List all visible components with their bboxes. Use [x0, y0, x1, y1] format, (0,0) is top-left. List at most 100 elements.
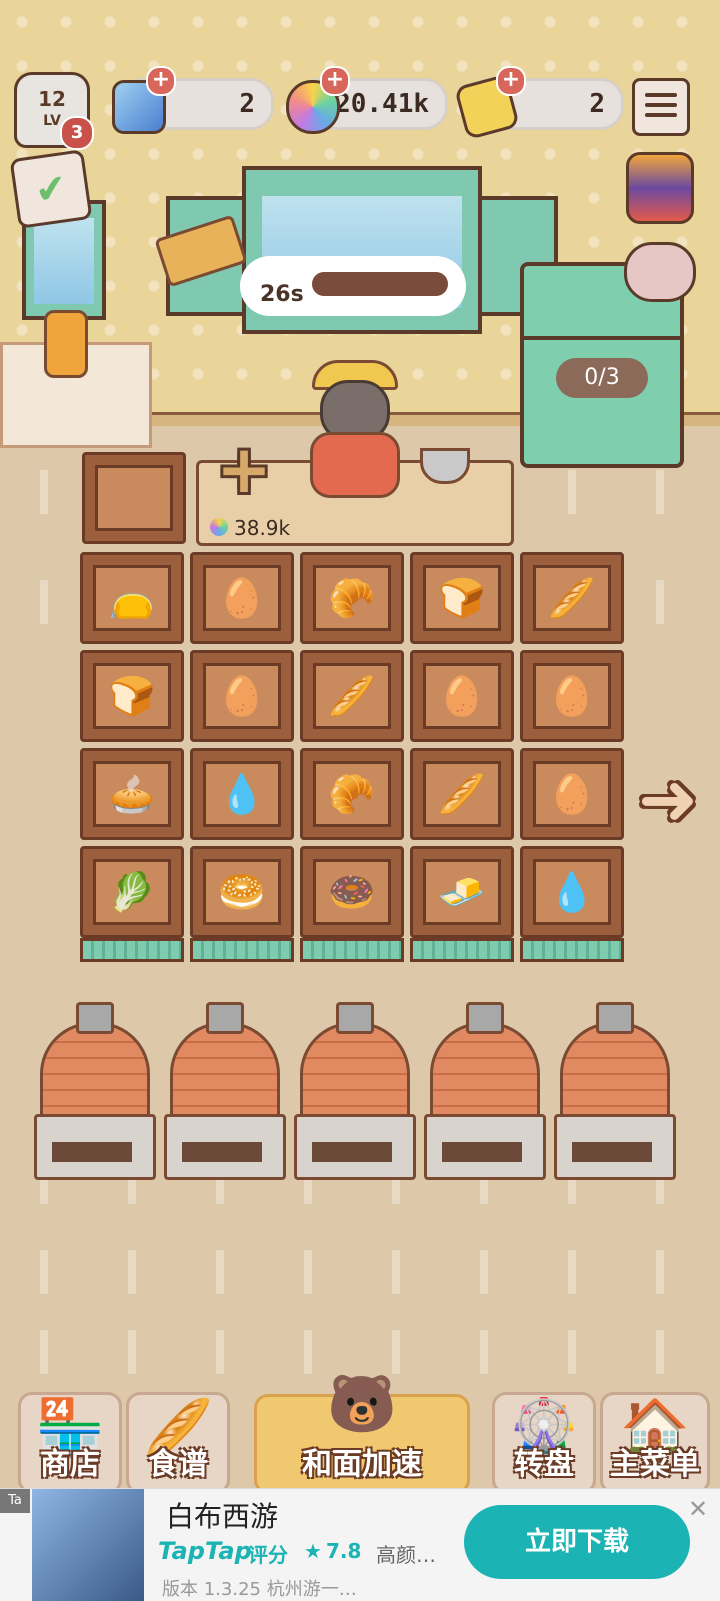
- bag-icon[interactable]: 💧: [218, 774, 265, 814]
- star-icon: ★: [304, 1539, 322, 1563]
- grid-cell[interactable]: 🥚: [190, 650, 294, 742]
- baguette-icon[interactable]: 🥖: [548, 578, 595, 618]
- grid-cell[interactable]: 💧: [190, 748, 294, 840]
- ad-brand: TapTap: [158, 1537, 252, 1565]
- grid-cell[interactable]: 🥚: [520, 650, 624, 742]
- bagel-icon[interactable]: 🥯: [218, 872, 265, 912]
- add-slot-cost: 38.9k: [234, 516, 291, 540]
- nav-shop-label: 商店: [40, 1447, 100, 1482]
- baguette-icon[interactable]: 🥖: [438, 774, 485, 814]
- ad-tagline: 高颜…: [376, 1543, 436, 1567]
- croissant-icon[interactable]: 🥐: [328, 578, 375, 618]
- nav-recipes[interactable]: 🥖 食谱: [126, 1392, 230, 1494]
- gift-can-icon[interactable]: [626, 152, 694, 224]
- nav-wheel[interactable]: 🎡 转盘: [492, 1392, 596, 1494]
- ad-close-icon[interactable]: ✕: [688, 1495, 708, 1523]
- add-orb-button[interactable]: +: [320, 66, 350, 96]
- brick-oven[interactable]: [420, 1002, 546, 1180]
- notebook-menu-button[interactable]: [632, 78, 690, 136]
- nav-wheel-label: 转盘: [514, 1447, 574, 1482]
- knead-timer-bubble: 26s: [240, 256, 466, 316]
- daily-checkin-icon[interactable]: ✔: [9, 149, 93, 229]
- brick-oven[interactable]: [290, 1002, 416, 1180]
- grid-cell[interactable]: 🧈: [410, 846, 514, 938]
- toast-icon[interactable]: 🍞: [438, 578, 485, 618]
- grid-cell[interactable]: 🥧: [80, 748, 184, 840]
- egg-icon[interactable]: 🥚: [548, 774, 595, 814]
- grid-cell[interactable]: 🥬: [80, 846, 184, 938]
- small-bun-icon[interactable]: 🧈: [438, 872, 485, 912]
- juice-jar: [44, 310, 88, 378]
- brick-oven[interactable]: [30, 1002, 156, 1180]
- level-badge: 3: [60, 116, 94, 150]
- ad-title: 白布西游: [166, 1500, 279, 1533]
- fridge-order-counter: 0/3: [556, 358, 648, 398]
- merge-grid: 👝 🥚 🥐 🍞 🥖 🍞 🥚 🥖 🥚 🥚 🥧 💧 🥐 🥖 🥚 🥬 🥯 🍩 🧈 💧: [80, 552, 640, 982]
- grid-shelf: [410, 938, 514, 962]
- ad-version: 版本 1.3.25 杭州游一…: [162, 1579, 357, 1600]
- floor-pattern: [0, 1330, 720, 1374]
- nav-main-menu-label: 主菜单: [610, 1447, 700, 1482]
- nav-main-menu[interactable]: 🏠 主菜单: [600, 1392, 710, 1494]
- grid-cell[interactable]: 🥚: [190, 552, 294, 644]
- ad-rating-label: 评分: [248, 1543, 288, 1567]
- grid-shelf: [520, 938, 624, 962]
- donut-icon[interactable]: 🍩: [328, 872, 375, 912]
- oven-row: [30, 1002, 690, 1182]
- nav-knead-boost[interactable]: 🐻 和面加速: [254, 1372, 470, 1494]
- grid-cell[interactable]: 🥖: [410, 748, 514, 840]
- grid-cell[interactable]: 🍞: [410, 552, 514, 644]
- grid-cell[interactable]: 🥖: [520, 552, 624, 644]
- bear-baker[interactable]: [304, 360, 400, 510]
- floor-pattern: [0, 1250, 720, 1294]
- bear-face-icon: 🐻: [327, 1372, 397, 1437]
- ad-rating: 7.8: [326, 1539, 362, 1563]
- grid-cell[interactable]: 🥐: [300, 552, 404, 644]
- grid-cell[interactable]: 🥚: [520, 748, 624, 840]
- pie-slice-icon[interactable]: 🥧: [108, 774, 155, 814]
- toast-icon[interactable]: 🍞: [108, 676, 155, 716]
- ad-banner[interactable]: Ta 白布西游 TapTap 评分 ★ 7.8 高颜… 版本 1.3.25 杭州…: [0, 1488, 720, 1601]
- rainbow-orb-icon: [210, 518, 228, 536]
- add-slot-button[interactable]: +: [212, 437, 276, 504]
- gem-value: 2: [239, 89, 255, 119]
- grid-cell[interactable]: 🥖: [300, 650, 404, 742]
- herb-bread-icon[interactable]: 🥬: [108, 872, 155, 912]
- add-ticket-button[interactable]: +: [496, 66, 526, 96]
- grid-cell[interactable]: 🥯: [190, 846, 294, 938]
- ad-game-art[interactable]: [32, 1489, 144, 1601]
- next-arrow-icon[interactable]: ➜: [628, 763, 708, 835]
- grid-cell[interactable]: 🍩: [300, 846, 404, 938]
- ticket-value: 2: [589, 89, 605, 119]
- grid-shelf: [190, 938, 294, 962]
- nav-knead-label: 和面加速: [302, 1447, 422, 1482]
- empty-crate[interactable]: [82, 452, 186, 544]
- grid-shelf: [80, 938, 184, 962]
- piggy-bank-icon[interactable]: [624, 242, 696, 302]
- level-number: 12: [38, 87, 66, 111]
- grid-cell[interactable]: 🥚: [410, 650, 514, 742]
- egg-icon[interactable]: 🥚: [438, 676, 485, 716]
- egg-icon[interactable]: 🥚: [218, 578, 265, 618]
- nav-shop[interactable]: 🏪 商店: [18, 1392, 122, 1494]
- grid-cell[interactable]: 👝: [80, 552, 184, 644]
- bag-bun-icon[interactable]: 👝: [108, 578, 155, 618]
- add-gem-button[interactable]: +: [146, 66, 176, 96]
- knead-timer-bar: [312, 272, 448, 296]
- grid-cell[interactable]: 🥐: [300, 748, 404, 840]
- bag-icon[interactable]: 💧: [548, 872, 595, 912]
- nav-recipes-label: 食谱: [148, 1447, 208, 1482]
- grid-cell[interactable]: 🍞: [80, 650, 184, 742]
- brick-oven[interactable]: [550, 1002, 676, 1180]
- egg-icon[interactable]: 🥚: [218, 676, 265, 716]
- knead-timer-text: 26s: [260, 282, 304, 307]
- baguette-icon[interactable]: 🥖: [328, 676, 375, 716]
- ad-download-button[interactable]: 立即下载: [464, 1505, 690, 1579]
- grid-shelf: [300, 938, 404, 962]
- croissant-icon[interactable]: 🥐: [328, 774, 375, 814]
- brick-oven[interactable]: [160, 1002, 286, 1180]
- grid-cell[interactable]: 💧: [520, 846, 624, 938]
- egg-icon[interactable]: 🥚: [548, 676, 595, 716]
- orb-value: 20.41k: [335, 89, 429, 119]
- ad-corner-tag: Ta: [0, 1489, 30, 1513]
